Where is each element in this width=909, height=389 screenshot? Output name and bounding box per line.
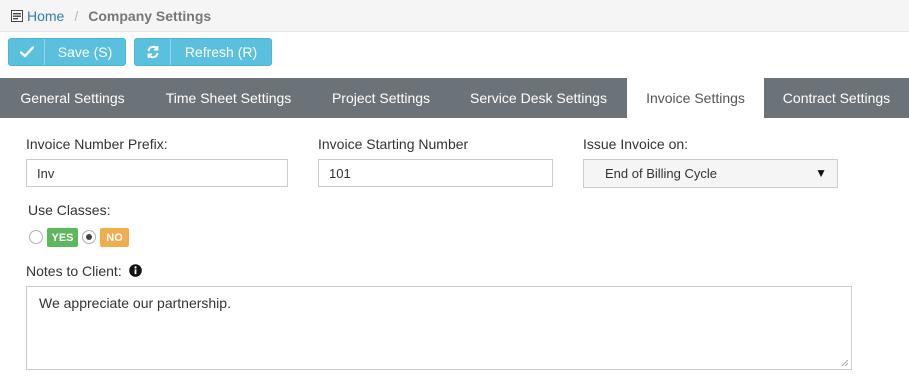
- notes-to-client-textarea[interactable]: We appreciate our partnership.: [26, 286, 852, 370]
- invoice-prefix-input[interactable]: Inv: [26, 159, 288, 187]
- tab-time-sheet-settings[interactable]: Time Sheet Settings: [145, 78, 312, 118]
- refresh-icon: [135, 39, 171, 65]
- tab-project-settings[interactable]: Project Settings: [312, 78, 450, 118]
- notes-to-client-text: We appreciate our partnership.: [39, 295, 231, 311]
- issue-invoice-select[interactable]: End of Billing Cycle ▼: [583, 159, 838, 188]
- info-icon: [129, 264, 142, 277]
- invoice-starting-number-label: Invoice Starting Number: [318, 136, 469, 152]
- home-icon: [11, 9, 23, 22]
- yes-badge[interactable]: YES: [47, 228, 78, 247]
- refresh-button[interactable]: Refresh (R): [134, 38, 272, 66]
- toolbar: Save (S) Refresh (R): [0, 33, 909, 73]
- use-classes-yes-radio[interactable]: [29, 230, 43, 244]
- refresh-button-label: Refresh (R): [184, 44, 258, 60]
- issue-invoice-selected-value: End of Billing Cycle: [605, 166, 717, 181]
- settings-tabs: General Settings Time Sheet Settings Pro…: [0, 78, 909, 118]
- notes-to-client-label: Notes to Client:: [26, 263, 122, 279]
- save-button[interactable]: Save (S): [8, 38, 126, 66]
- caret-down-icon: ▼: [815, 166, 827, 180]
- save-button-label: Save (S): [57, 44, 113, 60]
- tab-contract-settings[interactable]: Contract Settings: [764, 78, 909, 118]
- page-title: Company Settings: [88, 7, 212, 24]
- check-icon: [9, 39, 45, 65]
- tab-service-desk-settings[interactable]: Service Desk Settings: [450, 78, 627, 118]
- use-classes-no-radio[interactable]: [82, 230, 96, 244]
- breadcrumb-separator: /: [74, 7, 79, 24]
- no-badge[interactable]: NO: [100, 228, 129, 247]
- tab-invoice-settings[interactable]: Invoice Settings: [627, 78, 764, 118]
- invoice-starting-number-input[interactable]: 101: [318, 159, 553, 187]
- invoice-prefix-label: Invoice Number Prefix:: [26, 136, 168, 152]
- tab-general-settings[interactable]: General Settings: [0, 78, 145, 118]
- issue-invoice-label: Issue Invoice on:: [583, 136, 689, 152]
- use-classes-label: Use Classes:: [28, 202, 111, 218]
- breadcrumb: Home / Company Settings: [0, 0, 909, 32]
- invoice-settings-form: Invoice Number Prefix: Inv Invoice Start…: [0, 118, 909, 389]
- breadcrumb-home-link[interactable]: Home: [27, 8, 64, 24]
- resize-grip-icon[interactable]: [841, 359, 848, 366]
